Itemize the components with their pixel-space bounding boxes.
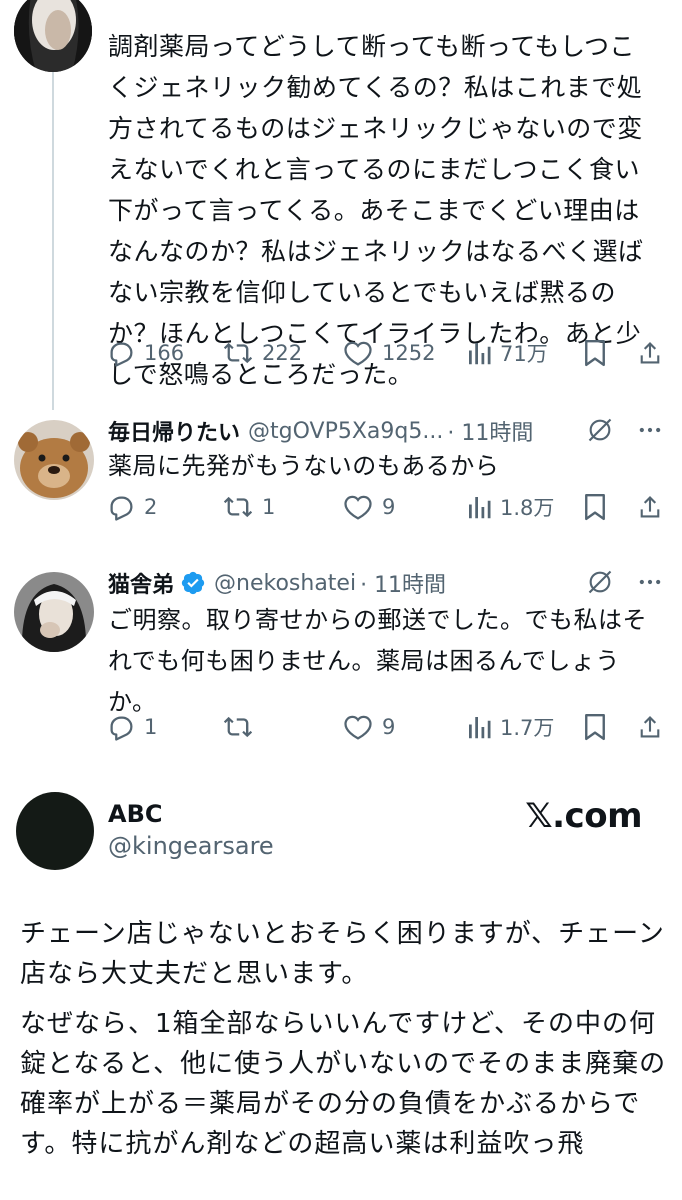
bookmark-icon <box>585 339 605 367</box>
heart-icon <box>344 495 372 520</box>
view-count: 1.8万 <box>500 496 555 520</box>
retweet-button[interactable] <box>222 712 262 742</box>
share-button[interactable] <box>636 338 664 368</box>
retweet-count: 1 <box>262 495 276 519</box>
like-count: 9 <box>382 715 396 739</box>
heart-icon <box>344 341 372 366</box>
more-icon[interactable] <box>636 416 664 444</box>
reply-actions: 2 1 9 1.8万 <box>0 492 682 532</box>
like-count: 1252 <box>382 341 436 365</box>
reply-actions: 1 9 1.7万 <box>0 712 682 752</box>
card-text-paragraph: チェーン店じゃないとおそらく困りますが、チェーン店なら大丈夫だと思います。 <box>20 919 665 989</box>
grok-icon[interactable] <box>586 416 614 444</box>
share-button[interactable] <box>636 492 664 522</box>
reply-button[interactable]: 2 <box>106 492 157 522</box>
verified-badge-icon <box>181 571 205 595</box>
bookmark-button[interactable] <box>582 492 608 522</box>
display-name[interactable]: 毎日帰りたい <box>108 415 240 447</box>
share-icon <box>640 716 660 738</box>
teddy-bear-avatar-icon <box>14 420 94 500</box>
view-count: 71万 <box>500 342 548 366</box>
bookmark-icon <box>585 493 605 521</box>
timestamp[interactable]: · 11時間 <box>360 567 446 599</box>
reply-icon <box>110 496 133 521</box>
reply-text: 薬局に先発がもうないのもあるから <box>108 452 500 480</box>
display-name[interactable]: ABC <box>108 800 162 828</box>
share-button[interactable] <box>636 712 664 742</box>
card-text-paragraph: なぜなら、1箱全部ならいいんですけど、その中の何錠となると、他に使う人がいないの… <box>20 1009 667 1159</box>
tweet-actions: 166 222 1252 71万 <box>0 338 682 378</box>
user-handle[interactable]: @nekoshatei <box>214 571 356 596</box>
views-button[interactable]: 71万 <box>466 338 548 368</box>
retweet-icon <box>223 716 253 738</box>
like-button[interactable]: 9 <box>342 492 395 522</box>
retweet-icon <box>223 496 253 518</box>
avatar[interactable] <box>14 572 94 652</box>
view-count: 1.7万 <box>500 716 555 740</box>
analytics-icon <box>469 717 491 739</box>
like-button[interactable]: 1252 <box>342 338 435 368</box>
share-icon <box>640 342 660 364</box>
reply-header-icons <box>586 416 664 444</box>
avatar[interactable] <box>14 420 94 500</box>
avatar[interactable] <box>16 792 94 870</box>
display-name[interactable]: 猫舎弟 <box>108 567 174 599</box>
retweet-button[interactable]: 222 <box>222 338 302 368</box>
bookmark-icon <box>585 713 605 741</box>
reply-button[interactable]: 1 <box>106 712 157 742</box>
reply-header-icons <box>586 568 664 596</box>
reply-count: 1 <box>144 715 158 739</box>
user-handle[interactable]: @tgOVP5Xa9q5... <box>248 419 443 444</box>
share-icon <box>640 496 660 518</box>
like-count: 9 <box>382 495 396 519</box>
reply-count: 166 <box>144 341 185 365</box>
avatar[interactable] <box>14 0 92 72</box>
analytics-icon <box>469 497 491 519</box>
reply-text: ご明察。取り寄せからの郵送でした。でも私はそれでも何も困りません。薬局は困るんで… <box>108 606 647 716</box>
like-button[interactable]: 9 <box>342 712 395 742</box>
analytics-icon <box>469 343 491 365</box>
bookmark-button[interactable] <box>582 712 608 742</box>
timestamp[interactable]: · 11時間 <box>447 415 533 447</box>
avatar-photo-icon <box>14 0 92 72</box>
retweet-count: 222 <box>262 341 303 365</box>
views-button[interactable]: 1.8万 <box>466 492 554 522</box>
user-handle[interactable]: @kingearsare <box>108 832 274 860</box>
views-button[interactable]: 1.7万 <box>466 712 554 742</box>
more-icon[interactable] <box>636 568 664 596</box>
avatar-photo-icon <box>14 572 94 652</box>
reply-header: 猫舎弟 @nekoshatei · 11時間 <box>108 566 446 600</box>
grok-icon[interactable] <box>586 568 614 596</box>
reply-count: 2 <box>144 495 158 519</box>
bookmark-button[interactable] <box>582 338 608 368</box>
x-logo: 𝕏.com <box>525 796 642 836</box>
retweet-icon <box>223 342 253 364</box>
retweet-button[interactable]: 1 <box>222 492 275 522</box>
reply-icon <box>110 342 133 367</box>
reply-header: 毎日帰りたい @tgOVP5Xa9q5... · 11時間 <box>108 414 533 448</box>
heart-icon <box>344 715 372 740</box>
reply-button[interactable]: 166 <box>106 338 184 368</box>
reply-icon <box>110 716 133 741</box>
